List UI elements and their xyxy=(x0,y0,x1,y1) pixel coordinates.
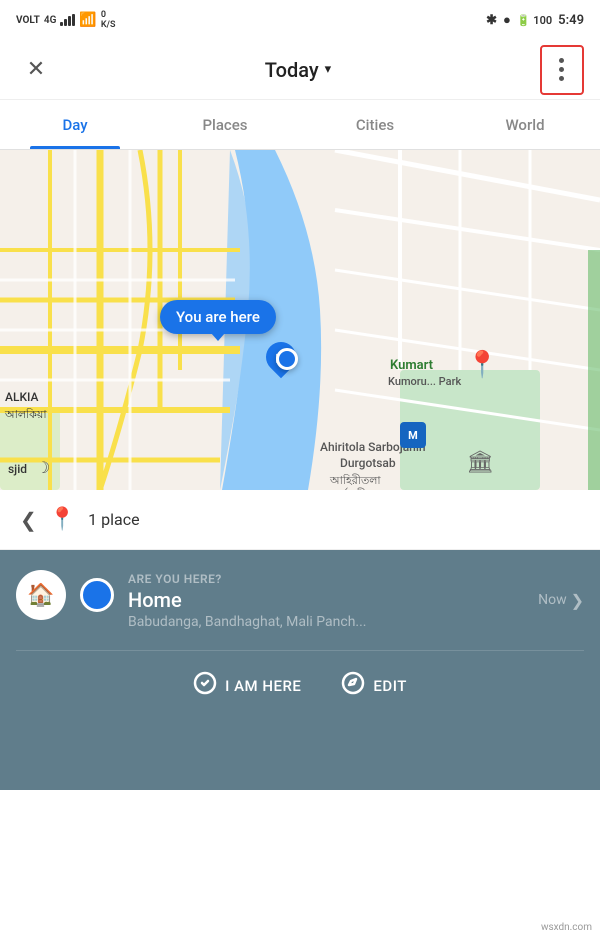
edit-button[interactable]: EDIT xyxy=(341,671,406,700)
location-details: ARE YOU HERE? Home Now ❯ Babudanga, Band… xyxy=(128,570,584,630)
signal-bar-1 xyxy=(60,22,63,26)
home-icon: 🏠 xyxy=(27,583,54,608)
title-section[interactable]: Today ▾ xyxy=(265,58,331,82)
edit-label: EDIT xyxy=(373,677,406,695)
monument-icon: 🏛 xyxy=(466,450,494,475)
location-icon: ● xyxy=(503,12,511,28)
action-buttons-row: I AM HERE EDIT xyxy=(16,650,584,720)
close-icon: ✕ xyxy=(27,57,45,82)
signal-bar-4 xyxy=(72,14,75,26)
signal-bar-2 xyxy=(64,19,67,26)
tab-places[interactable]: Places xyxy=(150,100,300,149)
tab-cities-label: Cities xyxy=(356,116,394,134)
three-dots-icon xyxy=(559,58,564,81)
location-card: 🏠 ARE YOU HERE? Home Now ❯ Babudanga, Ba… xyxy=(0,550,600,790)
location-pin-icon: 📍 xyxy=(49,507,76,532)
chevron-right-icon: ❯ xyxy=(571,591,584,610)
back-button[interactable]: ❮ xyxy=(20,508,37,532)
map-label-kumortu-park: Kumoru... Park xyxy=(388,375,461,388)
location-row: 🏠 ARE YOU HERE? Home Now ❯ Babudanga, Ba… xyxy=(16,570,584,630)
dot-2 xyxy=(559,67,564,72)
tab-day-label: Day xyxy=(62,116,87,134)
watermark: wsxdn.com xyxy=(541,922,592,933)
network-type: 4G xyxy=(44,15,57,26)
edit-icon xyxy=(341,671,365,700)
time-display: 5:49 xyxy=(558,13,584,28)
tab-world[interactable]: World xyxy=(450,100,600,149)
tab-bar: Day Places Cities World xyxy=(0,100,600,150)
i-am-here-button[interactable]: I AM HERE xyxy=(193,671,301,700)
status-bar: VOLT 4G 📶 0K/S ✱ ● 🔋 100 5:49 xyxy=(0,0,600,40)
kumart-pin: 📍 xyxy=(466,350,498,380)
bluetooth-icon: ✱ xyxy=(486,13,497,28)
map-label-durgotsab: Durgotsab xyxy=(340,456,396,470)
battery-level: 🔋 100 xyxy=(517,14,552,27)
location-name-row: Home Now ❯ xyxy=(128,588,584,612)
more-options-button[interactable] xyxy=(540,45,584,95)
current-location-dot xyxy=(276,348,298,370)
wifi-icon: 📶 xyxy=(79,12,96,28)
metro-icon: M xyxy=(400,422,426,448)
status-left: VOLT 4G 📶 0K/S xyxy=(16,10,115,30)
place-count-label: 1 place xyxy=(88,510,139,529)
i-am-here-label: I AM HERE xyxy=(225,677,301,695)
dot-3 xyxy=(559,76,564,81)
map-label-sjid: sjid xyxy=(8,462,27,476)
are-you-here-label: ARE YOU HERE? xyxy=(128,572,584,586)
tab-cities[interactable]: Cities xyxy=(300,100,450,149)
mosque-icon: ☽ xyxy=(36,458,50,477)
dropdown-arrow: ▾ xyxy=(325,62,332,77)
location-address: Babudanga, Bandhaghat, Mali Panch... xyxy=(128,614,584,630)
i-am-here-icon xyxy=(193,671,217,700)
you-are-here-bubble: You are here xyxy=(160,300,276,334)
map-label-kumart: Kumart xyxy=(390,358,433,373)
tab-day[interactable]: Day xyxy=(0,100,150,149)
title-text: Today xyxy=(265,58,319,82)
map-view[interactable]: ALKIA আলকিয়া Kumart Kumoru... Park Ahir… xyxy=(0,150,600,490)
map-label-alkia-en: ALKIA xyxy=(5,390,38,404)
carrier-label: VOLT xyxy=(16,15,40,26)
now-label: Now ❯ xyxy=(538,591,584,610)
dot-1 xyxy=(559,58,564,63)
signal-bars xyxy=(60,14,75,26)
home-icon-circle: 🏠 xyxy=(16,570,66,620)
current-location-indicator xyxy=(80,578,114,612)
tab-places-label: Places xyxy=(202,116,247,134)
map-label-sarbojanin-bn: সার্বজনীন... xyxy=(330,486,382,490)
map-label-alkia-bn: আলকিয়া xyxy=(5,406,47,425)
map-svg xyxy=(0,150,600,490)
info-bar: ❮ 📍 1 place xyxy=(0,490,600,550)
close-button[interactable]: ✕ xyxy=(16,50,56,90)
status-right: ✱ ● 🔋 100 5:49 xyxy=(486,12,584,28)
location-name: Home xyxy=(128,588,182,612)
tab-world-label: World xyxy=(505,116,544,134)
signal-bar-3 xyxy=(68,16,71,26)
top-bar: ✕ Today ▾ xyxy=(0,40,600,100)
data-speed: 0K/S xyxy=(101,10,116,30)
